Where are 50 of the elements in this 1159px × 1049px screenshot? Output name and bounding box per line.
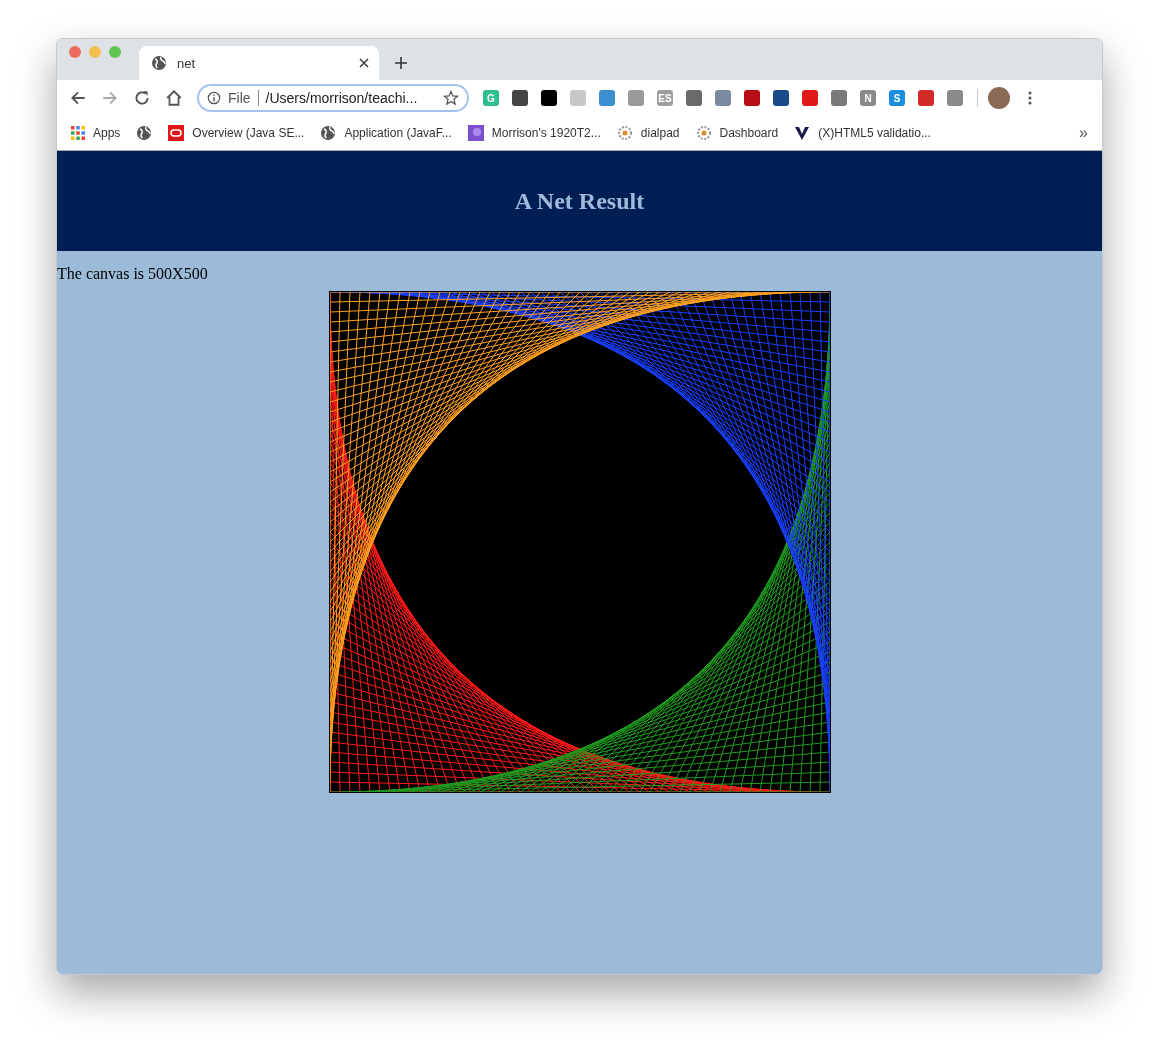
scheme-label: File (228, 90, 251, 106)
bookmark[interactable]: (X)HTML5 validatio... (794, 125, 931, 141)
url-text: /Users/morrison/teachi... (265, 90, 419, 106)
gear-icon (695, 125, 712, 141)
extension-icon[interactable] (744, 90, 760, 106)
extension-icon[interactable] (599, 90, 615, 106)
globe-icon (151, 55, 167, 71)
extension-icon[interactable] (541, 90, 557, 106)
menu-icon[interactable] (1028, 90, 1032, 106)
forward-icon[interactable] (101, 89, 119, 107)
gear-icon (616, 125, 633, 141)
more-bookmarks-button[interactable]: » (1079, 124, 1088, 142)
oval-logo-icon (168, 125, 185, 141)
bookmark[interactable]: Morrison's 1920T2... (467, 125, 601, 141)
extension-icon[interactable] (686, 90, 702, 106)
extension-icon[interactable] (628, 90, 644, 106)
profile-avatar[interactable] (988, 87, 1010, 109)
extension-icon[interactable] (512, 90, 528, 106)
v-logo-icon (794, 125, 811, 141)
browser-tab[interactable]: net (139, 46, 379, 80)
bookmark[interactable]: Apps (71, 126, 121, 140)
zoom-window-button[interactable] (109, 45, 121, 58)
home-icon[interactable] (165, 89, 183, 107)
star-icon[interactable] (443, 90, 459, 106)
globe-icon (320, 125, 337, 141)
globe-icon (136, 125, 153, 141)
tab-title: net (177, 55, 197, 71)
extension-icon[interactable] (715, 90, 731, 106)
extension-icon[interactable] (773, 90, 789, 106)
extension-icon[interactable] (831, 90, 847, 106)
back-icon[interactable] (69, 89, 87, 107)
page-heading: A Net Result (514, 187, 645, 215)
bookmark[interactable] (136, 125, 153, 141)
info-icon[interactable] (207, 91, 221, 105)
close-icon[interactable] (359, 58, 369, 68)
address-field[interactable]: File /Users/morrison/teachi... (197, 84, 469, 112)
extension-icon[interactable] (947, 90, 963, 106)
bookmark[interactable]: Application (JavaF... (320, 125, 452, 141)
bookmark[interactable]: Overview (Java SE... (168, 125, 305, 141)
bookmark[interactable]: Dashboard (695, 125, 779, 141)
new-tab-icon[interactable] (394, 56, 408, 70)
caption-text: The canvas is 500X500 (57, 265, 209, 283)
reload-icon[interactable] (133, 89, 151, 107)
minimize-window-button[interactable] (89, 45, 101, 58)
extension-icon[interactable] (802, 90, 818, 106)
creature-icon (467, 125, 484, 141)
close-window-button[interactable] (69, 45, 81, 58)
extension-icon[interactable] (918, 90, 934, 106)
grid-icon (71, 126, 85, 140)
bookmark[interactable]: dialpad (616, 125, 680, 141)
